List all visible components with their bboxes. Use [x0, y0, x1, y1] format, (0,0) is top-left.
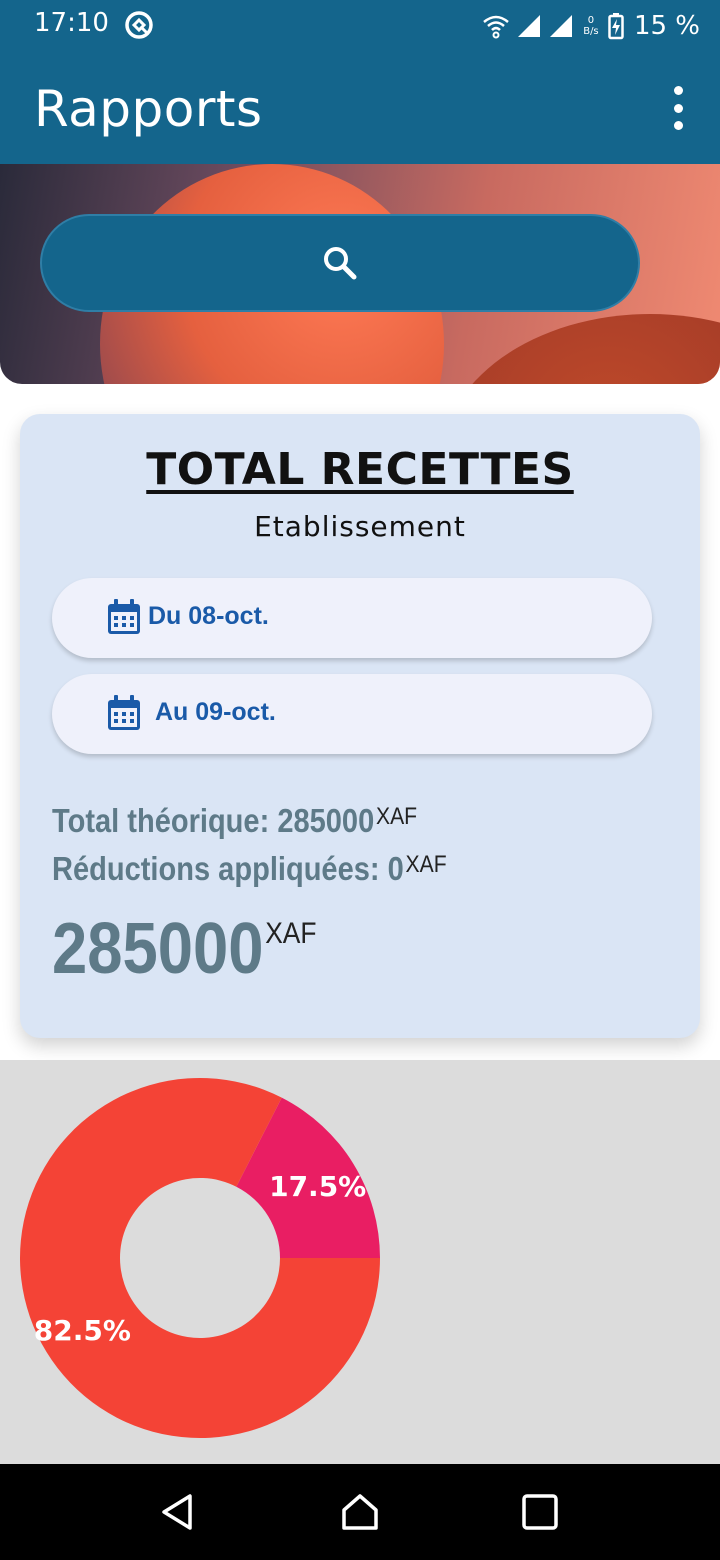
net-speed: 0 B/s — [580, 15, 602, 37]
status-bar: 17:10 0 B/s 15 % — [0, 0, 720, 52]
currency-label: XAF — [405, 851, 447, 878]
card-title: TOTAL RECETTES — [146, 444, 574, 495]
calendar-icon — [108, 599, 140, 634]
battery-percent: 15 % — [633, 11, 700, 41]
wifi-icon — [483, 15, 509, 39]
reductions-value: Réductions appliquées: 0 — [52, 850, 404, 887]
grand-total-value: 285000 — [52, 909, 264, 989]
search-button[interactable] — [40, 214, 640, 312]
battery-charging-icon — [608, 13, 624, 40]
menu-dot — [673, 121, 683, 130]
slice-label: 82.5% — [34, 1314, 131, 1347]
menu-dot — [673, 86, 683, 95]
signal-icon-2 — [549, 15, 572, 37]
currency-label: XAF — [375, 803, 418, 830]
grand-total: 285000XAF — [52, 908, 317, 990]
calendar-icon — [108, 695, 140, 730]
total-card: TOTAL RECETTES Etablissement Du 08-oct. — [20, 414, 700, 1038]
navigation-bar — [0, 1464, 720, 1560]
recents-icon[interactable] — [518, 1490, 562, 1534]
card-subtitle: Etablissement — [254, 510, 466, 543]
page-title: Rapports — [34, 80, 263, 138]
currency-label: XAF — [265, 917, 317, 950]
donut-chart: 17.5% 82.5% — [20, 1078, 381, 1438]
menu-dot — [673, 103, 683, 113]
net-speed-unit: B/s — [583, 26, 599, 37]
date-to-button[interactable]: Au 09-oct. — [52, 674, 652, 754]
date-from-label: Du 08-oct. — [148, 602, 269, 630]
hero-banner — [0, 164, 720, 384]
slice-label: 17.5% — [269, 1170, 366, 1203]
banner-decor-circle — [440, 314, 720, 384]
theoretical-total-value: Total théorique: 285000 — [52, 802, 375, 839]
status-icons: 0 B/s 15 % — [482, 8, 700, 44]
date-to-label: Au 09-oct. — [155, 698, 276, 726]
content-area: TOTAL RECETTES Etablissement Du 08-oct. — [0, 384, 720, 1060]
theoretical-total: Total théorique: 285000XAF — [52, 802, 417, 840]
back-icon[interactable] — [156, 1490, 200, 1534]
signal-icon — [517, 15, 540, 37]
app-notification-icon — [125, 11, 153, 39]
more-vert-icon[interactable] — [666, 86, 690, 130]
date-from-button[interactable]: Du 08-oct. — [52, 578, 652, 658]
app-bar: Rapports — [0, 52, 720, 164]
chart-area: 17.5% 82.5% — [0, 1060, 720, 1464]
home-icon[interactable] — [338, 1490, 382, 1534]
reductions-total: Réductions appliquées: 0XAF — [52, 850, 447, 888]
status-time: 17:10 — [34, 8, 109, 38]
net-speed-value: 0 — [587, 15, 595, 26]
search-icon — [324, 247, 357, 280]
